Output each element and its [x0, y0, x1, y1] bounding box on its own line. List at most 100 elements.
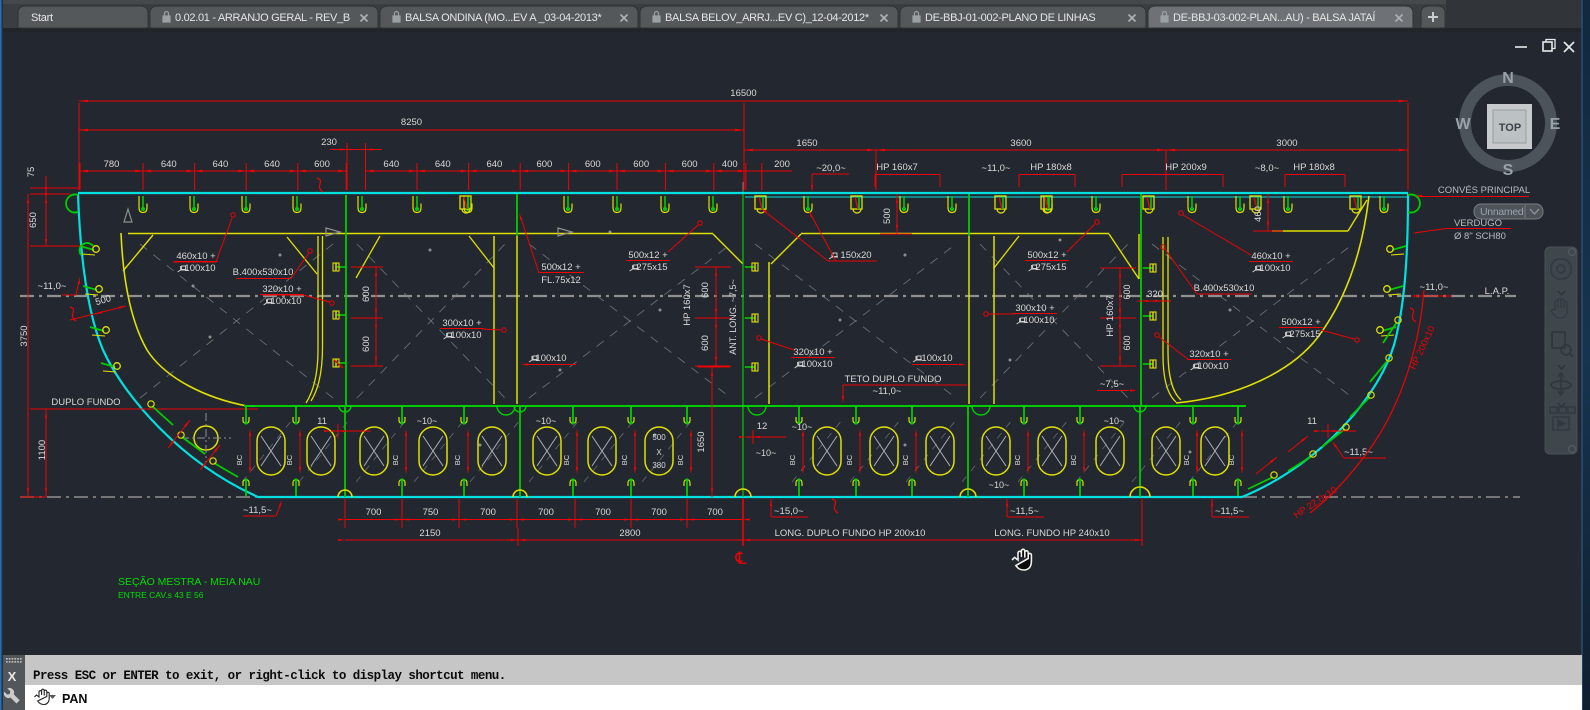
svg-text:640: 640 — [161, 159, 177, 170]
svg-text:BC: BC — [1182, 454, 1191, 465]
svg-text:100x10: 100x10 — [1259, 263, 1290, 274]
svg-text:200: 200 — [774, 159, 790, 170]
svg-text:3600: 3600 — [1010, 138, 1031, 149]
svg-text:BC: BC — [788, 454, 797, 465]
svg-text:2150: 2150 — [419, 528, 440, 539]
svg-text:BC: BC — [1069, 454, 1078, 465]
svg-text:300x10 +: 300x10 + — [442, 318, 482, 329]
svg-text:~10~: ~10~ — [1104, 416, 1125, 426]
svg-text:275x15: 275x15 — [1035, 262, 1066, 273]
svg-text:640: 640 — [486, 159, 502, 170]
svg-text:700: 700 — [366, 507, 382, 518]
svg-text:100x10: 100x10 — [1197, 361, 1228, 372]
svg-text:460x10 +: 460x10 + — [176, 251, 216, 262]
svg-text:ENTRE CAV.s 43 E 56: ENTRE CAV.s 43 E 56 — [118, 590, 204, 600]
svg-text:℄: ℄ — [735, 549, 747, 568]
svg-text:150x20: 150x20 — [840, 250, 871, 261]
svg-text:275x15: 275x15 — [636, 262, 667, 273]
svg-text:BC: BC — [391, 454, 400, 465]
svg-text:380: 380 — [652, 461, 666, 470]
svg-text:BC: BC — [1013, 454, 1022, 465]
svg-text:460x10 +: 460x10 + — [1251, 251, 1291, 262]
svg-text:B.400x530x10: B.400x530x10 — [1194, 283, 1255, 294]
svg-text:~11,5~: ~11,5~ — [1344, 447, 1373, 458]
svg-text:640: 640 — [264, 159, 280, 170]
svg-text:~11,5~: ~11,5~ — [1215, 506, 1244, 517]
svg-text:100x10: 100x10 — [270, 296, 301, 307]
svg-text:11: 11 — [317, 416, 327, 427]
svg-text:100x10: 100x10 — [1023, 315, 1054, 326]
svg-text:320x10 +: 320x10 + — [793, 347, 833, 358]
svg-text:275x15: 275x15 — [1289, 329, 1320, 340]
svg-text:~11,5~: ~11,5~ — [243, 505, 272, 516]
svg-text:~11,0~: ~11,0~ — [982, 163, 1011, 174]
svg-text:BC: BC — [235, 454, 244, 465]
svg-text:320: 320 — [1147, 289, 1163, 300]
svg-text:100x10: 100x10 — [450, 330, 481, 341]
svg-text:~10~: ~10~ — [417, 416, 438, 426]
svg-text:N: N — [1502, 70, 1514, 87]
svg-text:700: 700 — [480, 507, 496, 518]
svg-text:600: 600 — [1122, 284, 1132, 299]
svg-text:400: 400 — [722, 159, 738, 170]
svg-text:500: 500 — [652, 433, 666, 442]
svg-text:600: 600 — [361, 336, 372, 352]
svg-text:780: 780 — [104, 159, 120, 170]
svg-text:~11,0~: ~11,0~ — [38, 281, 67, 292]
svg-text:0.02.01 - ARRANJO GERAL - REV_: 0.02.01 - ARRANJO GERAL - REV_B — [175, 12, 350, 24]
svg-text:HP 160x7: HP 160x7 — [1105, 295, 1116, 337]
svg-text:75: 75 — [26, 167, 37, 178]
svg-text:~10~: ~10~ — [989, 480, 1010, 490]
svg-text:TOP: TOP — [1499, 122, 1521, 134]
svg-text:L.A.P.: L.A.P. — [1485, 286, 1510, 297]
svg-text:1100: 1100 — [37, 440, 48, 460]
svg-text:HP 180x8: HP 180x8 — [1030, 162, 1072, 173]
svg-text:LONG. DUPLO FUNDO HP 200x10: LONG. DUPLO FUNDO HP 200x10 — [775, 528, 926, 539]
svg-text:ANT. LONG. ~7,5~: ANT. LONG. ~7,5~ — [728, 279, 738, 355]
svg-text:700: 700 — [707, 507, 723, 518]
svg-text:460: 460 — [1253, 206, 1264, 222]
svg-text:BC: BC — [620, 454, 629, 465]
svg-text:3000: 3000 — [1276, 138, 1297, 149]
svg-text:320x10 +: 320x10 + — [1189, 349, 1229, 360]
svg-text:X: X — [656, 448, 662, 457]
svg-text:100x10: 100x10 — [921, 353, 952, 364]
svg-text:BALSA ONDINA (MO...EV A _03-04: BALSA ONDINA (MO...EV A _03-04-2013* — [405, 12, 602, 24]
svg-text:~11,5~: ~11,5~ — [1010, 506, 1039, 517]
svg-text:500: 500 — [882, 208, 893, 224]
svg-text:~10~: ~10~ — [756, 448, 777, 458]
svg-text:~10~: ~10~ — [792, 422, 813, 432]
svg-text:700: 700 — [538, 507, 554, 518]
svg-text:500x12 +: 500x12 + — [628, 250, 668, 261]
svg-text:~7,5~: ~7,5~ — [1100, 379, 1125, 390]
svg-text:BC: BC — [453, 454, 462, 465]
svg-text:16500: 16500 — [730, 88, 756, 99]
svg-text:FL.75x12: FL.75x12 — [541, 275, 581, 286]
svg-text:3750: 3750 — [19, 325, 30, 346]
svg-text:100x10: 100x10 — [535, 353, 566, 364]
svg-text:HP 200x9: HP 200x9 — [1165, 162, 1207, 173]
svg-text:VERDUGO: VERDUGO — [1454, 218, 1502, 229]
svg-text:1650: 1650 — [696, 431, 707, 452]
svg-text:~15,0~: ~15,0~ — [774, 506, 804, 517]
svg-text:640: 640 — [435, 159, 451, 170]
svg-text:700: 700 — [651, 507, 667, 518]
svg-text:500x12 +: 500x12 + — [541, 262, 581, 273]
svg-text:~10~: ~10~ — [536, 416, 557, 426]
svg-text:600: 600 — [361, 286, 372, 302]
svg-text:~11,0~: ~11,0~ — [873, 386, 902, 397]
svg-text:600: 600 — [700, 335, 711, 351]
svg-text:600: 600 — [585, 159, 601, 170]
svg-text:600: 600 — [536, 159, 552, 170]
svg-text:100x10: 100x10 — [801, 359, 832, 370]
svg-text:Unnamed: Unnamed — [1480, 206, 1524, 218]
svg-text:650: 650 — [28, 212, 39, 228]
svg-text:300x10 +: 300x10 + — [1015, 303, 1055, 314]
svg-text:600: 600 — [1122, 335, 1132, 350]
svg-text:~8,0~: ~8,0~ — [1255, 163, 1280, 174]
svg-text:750: 750 — [423, 507, 439, 518]
svg-text:1650: 1650 — [796, 138, 817, 149]
svg-text:E: E — [1550, 116, 1561, 133]
svg-text:DE-BBJ-01-002-PLANO DE LINHAS: DE-BBJ-01-002-PLANO DE LINHAS — [925, 12, 1095, 24]
svg-text:11: 11 — [1307, 416, 1317, 427]
